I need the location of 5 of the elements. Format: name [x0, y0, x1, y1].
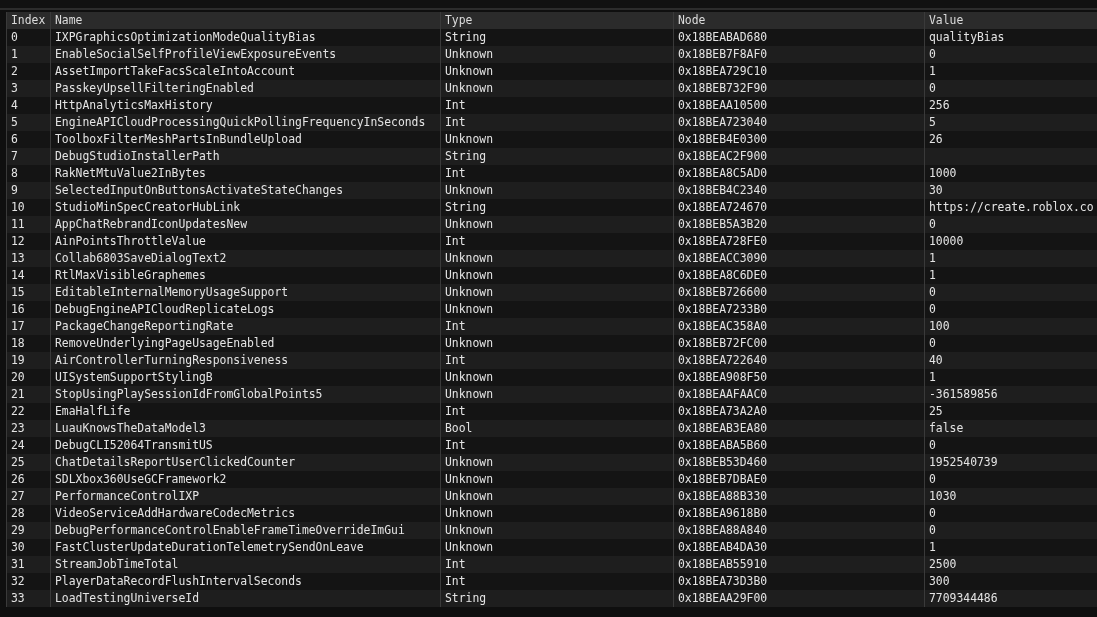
- table-cell: LoadTestingUniverseId: [51, 590, 441, 607]
- table-cell: 0x18BEAA29F00: [674, 590, 925, 607]
- table-cell: String: [441, 590, 674, 607]
- table-cell: 33: [7, 590, 51, 607]
- table-cell: 7709344486: [925, 590, 1097, 607]
